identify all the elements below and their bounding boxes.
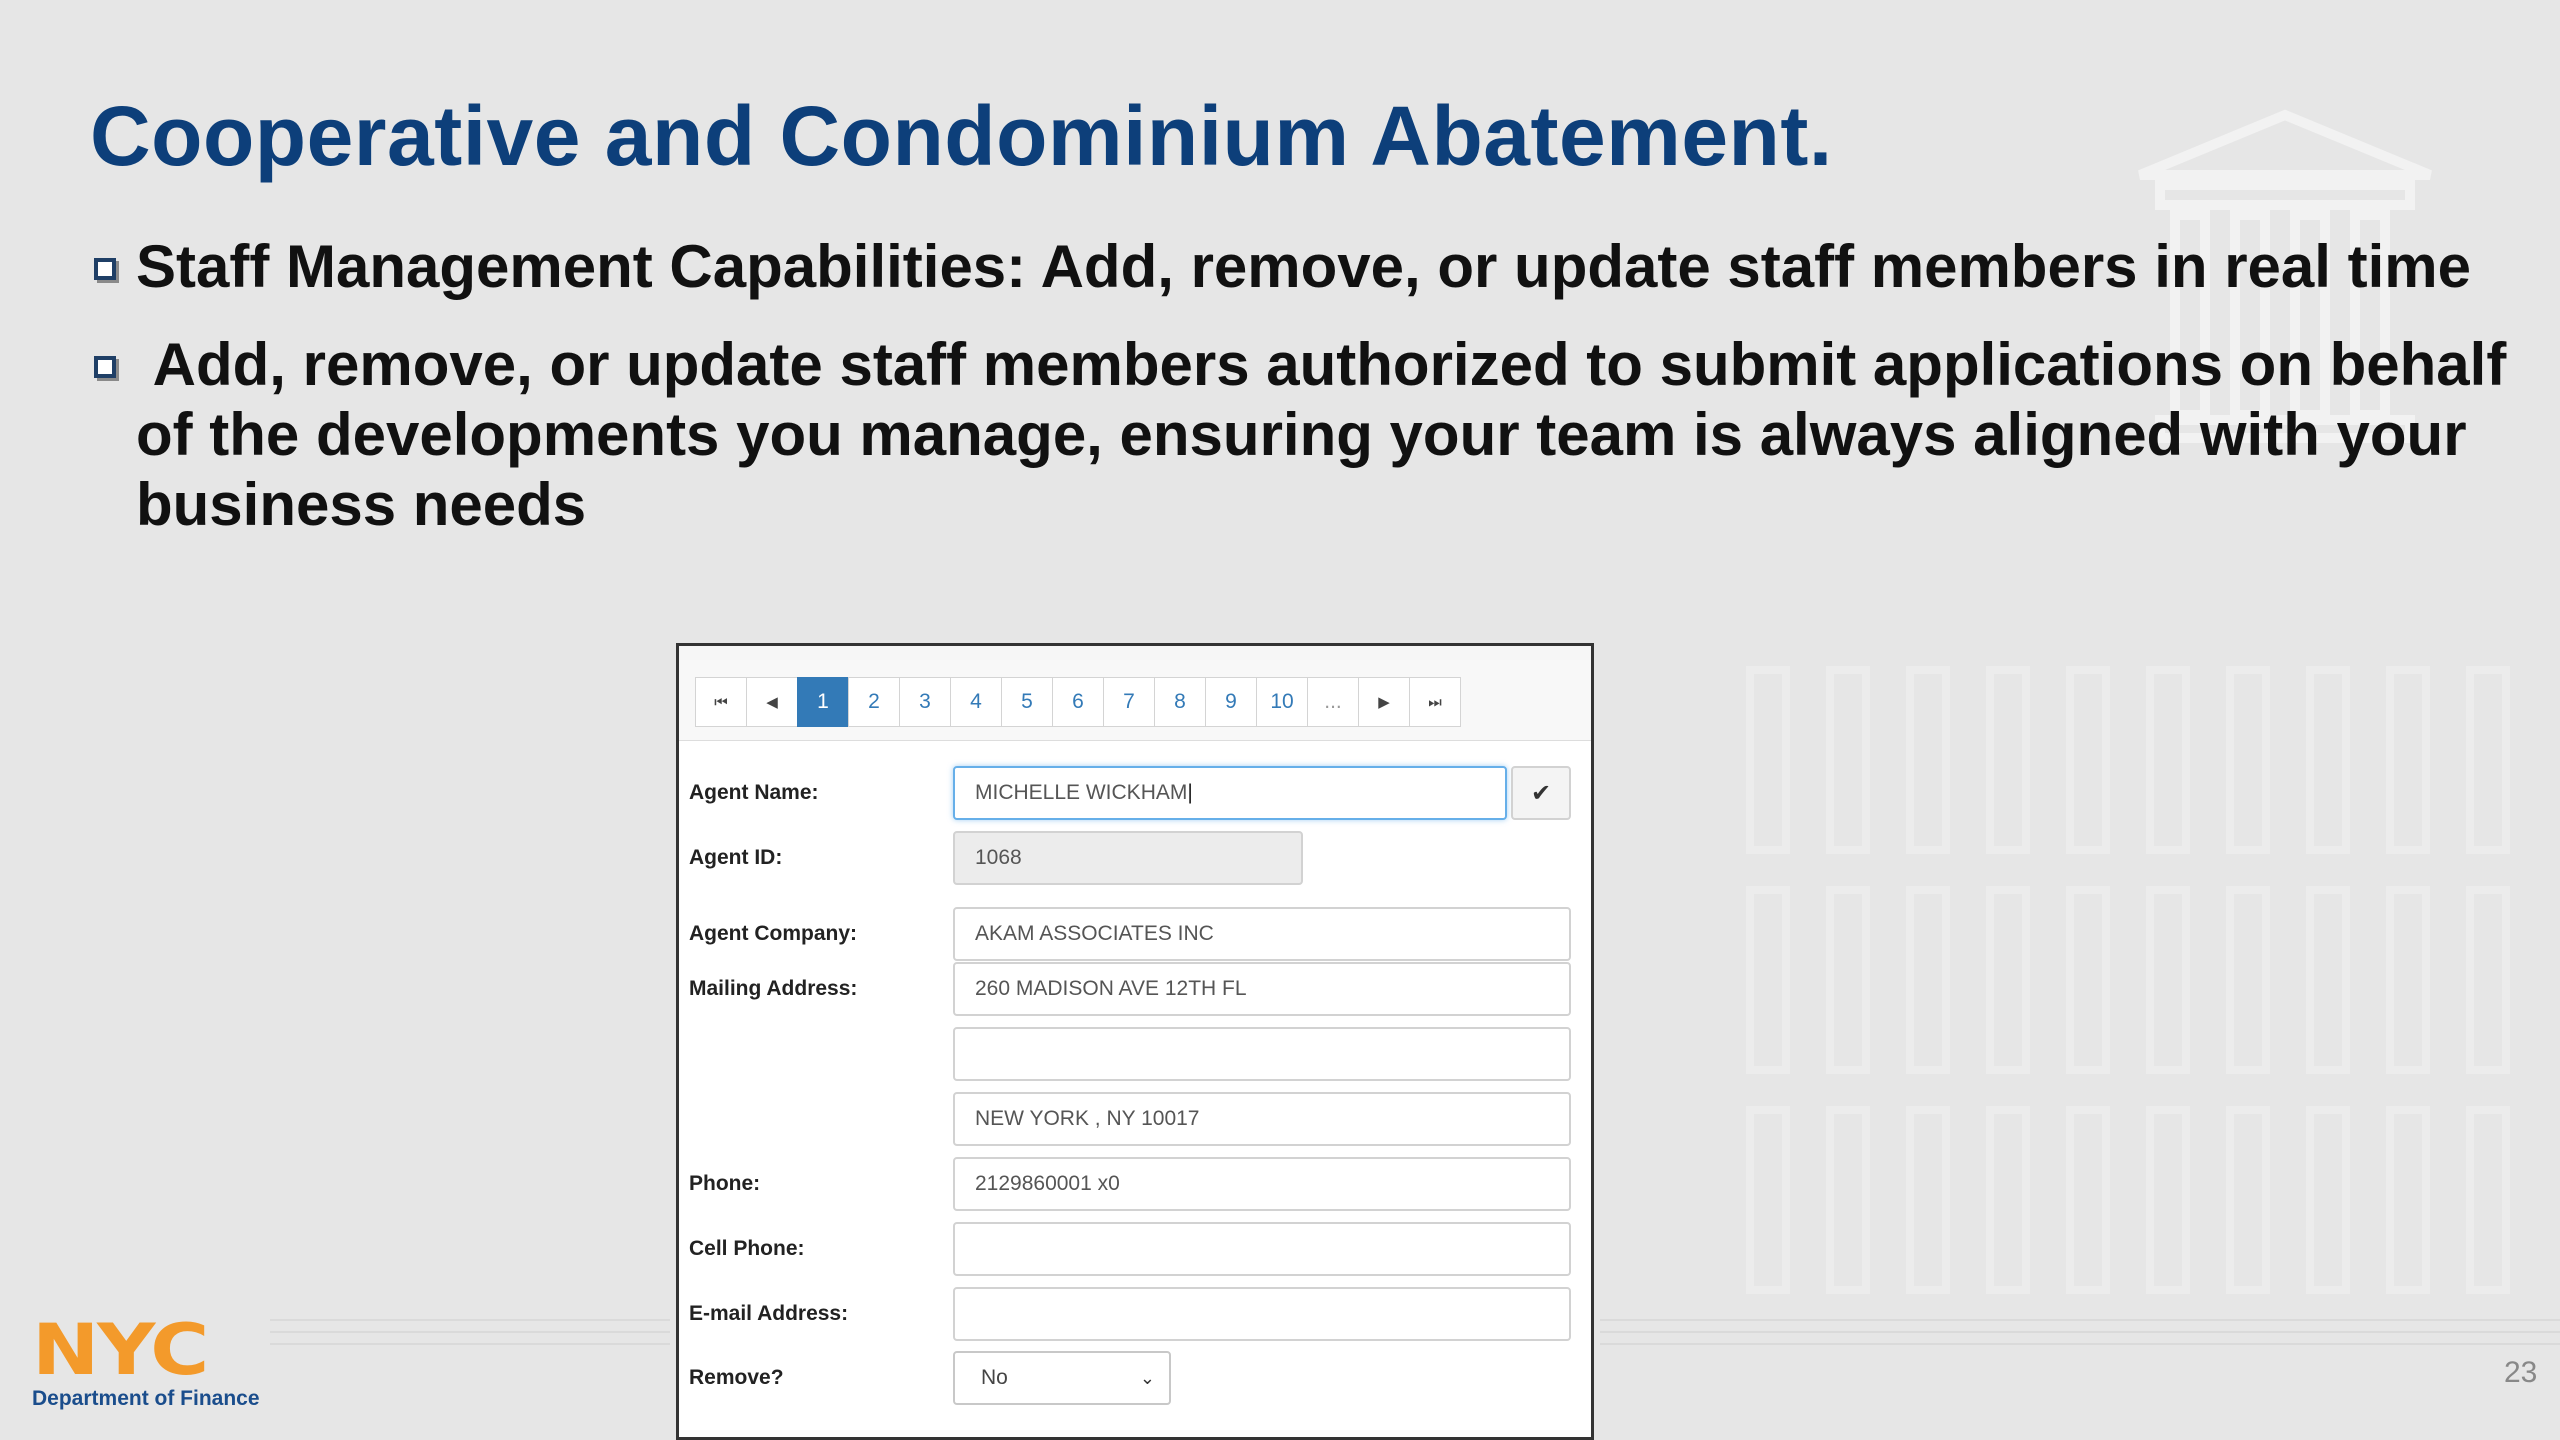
- prev-page-icon: ◀: [766, 694, 778, 711]
- cell-phone-label: Cell Phone:: [689, 1237, 805, 1260]
- pagination-ellipsis[interactable]: ...: [1307, 677, 1359, 727]
- email-input[interactable]: [953, 1287, 1571, 1341]
- pagination-bar: ⏮ ◀ 1 2 3 4 5 6 7 8 9 10 ... ▶ ⏭: [679, 660, 1591, 741]
- panel-top-bar: [679, 646, 1591, 661]
- last-page-icon: ⏭: [1428, 693, 1442, 711]
- address-line1-input[interactable]: 260 MADISON AVE 12TH FL: [953, 962, 1571, 1016]
- prev-page-button[interactable]: ◀: [746, 677, 798, 727]
- agent-name-value: MICHELLE WICKHAM: [975, 781, 1188, 804]
- staff-form-panel: ⏮ ◀ 1 2 3 4 5 6 7 8 9 10 ... ▶ ⏭ Agent N…: [676, 643, 1594, 1440]
- address-line3-value: NEW YORK , NY 10017: [975, 1107, 1200, 1130]
- page-button-5[interactable]: 5: [1001, 677, 1053, 727]
- address-line3-input[interactable]: NEW YORK , NY 10017: [953, 1092, 1571, 1146]
- last-page-button[interactable]: ⏭: [1409, 677, 1461, 727]
- email-label: E-mail Address:: [689, 1302, 849, 1325]
- pagination: ⏮ ◀ 1 2 3 4 5 6 7 8 9 10 ... ▶ ⏭: [695, 677, 1461, 727]
- mailing-address-label: Mailing Address:: [689, 977, 858, 1000]
- agent-id-label: Agent ID:: [689, 846, 783, 869]
- logo-mark: NYC: [32, 1309, 209, 1391]
- agent-company-value: AKAM ASSOCIATES INC: [975, 922, 1214, 945]
- slide-title: Cooperative and Condominium Abatement.: [90, 89, 1833, 183]
- page-button-4[interactable]: 4: [950, 677, 1002, 727]
- nyc-dof-logo: NYC Department of Finance: [32, 1315, 260, 1411]
- remove-selected-value: No: [981, 1366, 1008, 1389]
- remove-select[interactable]: No ⌄: [953, 1351, 1171, 1405]
- page-button-10[interactable]: 10: [1256, 677, 1308, 727]
- page-number: 23: [2504, 1356, 2538, 1389]
- bullet-list: Staff Management Capabilities: Add, remo…: [90, 232, 2510, 568]
- agent-name-label: Agent Name:: [689, 781, 819, 804]
- chevron-down-icon: ⌄: [1139, 1367, 1155, 1388]
- cell-phone-input[interactable]: [953, 1222, 1571, 1276]
- page-button-2[interactable]: 2: [848, 677, 900, 727]
- phone-label: Phone:: [689, 1172, 761, 1195]
- phone-input[interactable]: 2129860001 x0: [953, 1157, 1571, 1211]
- bullet-text: Staff Management Capabilities: Add, remo…: [136, 233, 2471, 300]
- first-page-icon: ⏮: [714, 693, 728, 711]
- confirm-button[interactable]: ✔: [1511, 766, 1571, 820]
- next-page-icon: ▶: [1378, 694, 1390, 711]
- page-button-9[interactable]: 9: [1205, 677, 1257, 727]
- remove-label: Remove?: [689, 1366, 784, 1389]
- phone-value: 2129860001 x0: [975, 1172, 1120, 1195]
- next-page-button[interactable]: ▶: [1358, 677, 1410, 727]
- page-button-3[interactable]: 3: [899, 677, 951, 727]
- page-button-1[interactable]: 1: [797, 677, 849, 727]
- address-line1-value: 260 MADISON AVE 12TH FL: [975, 977, 1247, 1000]
- bullet-text: Add, remove, or update staff members aut…: [136, 331, 2523, 538]
- page-button-6[interactable]: 6: [1052, 677, 1104, 727]
- page-button-7[interactable]: 7: [1103, 677, 1155, 727]
- address-line2-input[interactable]: [953, 1027, 1571, 1081]
- agent-company-input[interactable]: AKAM ASSOCIATES INC: [953, 907, 1571, 961]
- agent-id-value: 1068: [975, 846, 1022, 869]
- checkbox-bullet-icon: [94, 258, 116, 280]
- bullet-item: Staff Management Capabilities: Add, remo…: [90, 232, 2510, 302]
- bullet-item: Add, remove, or update staff members aut…: [90, 330, 2510, 540]
- checkmark-icon: ✔: [1530, 779, 1552, 807]
- agent-id-field: 1068: [953, 831, 1303, 885]
- page-button-8[interactable]: 8: [1154, 677, 1206, 727]
- agent-name-input[interactable]: MICHELLE WICKHAM |: [953, 766, 1507, 820]
- first-page-button[interactable]: ⏮: [695, 677, 747, 727]
- checkbox-bullet-icon: [94, 356, 116, 378]
- agent-company-label: Agent Company:: [689, 922, 857, 945]
